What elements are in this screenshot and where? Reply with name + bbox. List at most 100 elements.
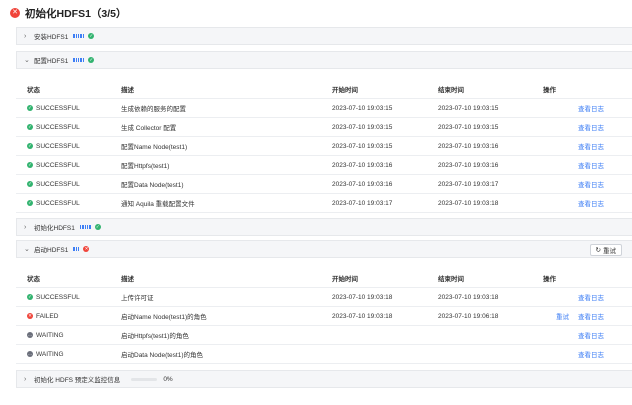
status-text: SUCCESSFUL bbox=[36, 293, 80, 301]
table-header: 状态 描述 开始时间 结束时间 操作 bbox=[16, 268, 632, 288]
end-time-cell: 2023-07-10 19:03:15 bbox=[438, 104, 499, 112]
retry-button[interactable]: ↻ 重试 bbox=[589, 244, 622, 256]
chevron-right-icon: › bbox=[24, 223, 27, 231]
view-log-link[interactable]: 查看日志 bbox=[578, 160, 604, 170]
start-time-cell: 2023-07-10 19:03:17 bbox=[332, 199, 393, 207]
status-text: SUCCESSFUL bbox=[36, 104, 80, 112]
check-circle-icon: ✓ bbox=[27, 161, 33, 168]
start-time-cell: 2023-07-10 19:03:15 bbox=[332, 142, 393, 150]
desc-cell: 配置Name Node(test1) bbox=[121, 144, 188, 151]
ops-cell: 查看日志 bbox=[543, 122, 632, 132]
table-header: 状态 描述 开始时间 结束时间 操作 bbox=[16, 79, 632, 99]
ops-cell: 查看日志 bbox=[543, 160, 632, 170]
desc-cell: 启动Name Node(test1)的角色 bbox=[121, 314, 207, 321]
view-log-link[interactable]: 查看日志 bbox=[578, 198, 604, 208]
status-text: SUCCESSFUL bbox=[36, 199, 80, 207]
end-time-cell: 2023-07-10 19:03:18 bbox=[438, 199, 499, 207]
view-log-link[interactable]: 查看日志 bbox=[578, 141, 604, 151]
ops-cell: 查看日志 bbox=[543, 330, 632, 340]
status-cell: … WAITING bbox=[16, 351, 121, 358]
section-monitor-label: 初始化 HDFS 预定义监控信息 bbox=[34, 377, 121, 384]
start-time-cell: 2023-07-10 19:03:15 bbox=[332, 123, 393, 131]
start-time-cell: 2023-07-10 19:03:16 bbox=[332, 180, 393, 188]
table-row: ✓ SUCCESSFUL 生成 Collector 配置 2023-07-10 19:… bbox=[16, 118, 632, 137]
status-cell: ✓ SUCCESSFUL bbox=[16, 294, 121, 301]
end-time-cell: 2023-07-10 19:03:16 bbox=[438, 161, 499, 169]
status-cell: ✓ SUCCESSFUL bbox=[16, 124, 121, 131]
section-monitor[interactable]: › 初始化 HDFS 预定义监控信息 0% bbox=[16, 370, 632, 388]
status-text: SUCCESSFUL bbox=[36, 161, 80, 169]
desc-cell: 配置Httpfs(test1) bbox=[121, 163, 170, 170]
end-time-cell: 2023-07-10 19:03:15 bbox=[438, 123, 499, 131]
progress-bars-icon bbox=[73, 33, 85, 39]
col-start: 开始时间 bbox=[332, 86, 358, 94]
ops-cell: 查看日志 bbox=[543, 349, 632, 359]
desc-cell: 生成依赖的服务的配置 bbox=[121, 106, 186, 113]
desc-cell: 通知 Aquila 重载配置文件 bbox=[121, 201, 195, 208]
desc-cell: 启动Httpfs(test1)的角色 bbox=[121, 333, 189, 340]
col-desc: 描述 bbox=[121, 275, 134, 283]
view-log-link[interactable]: 查看日志 bbox=[578, 179, 604, 189]
progress-bars-icon bbox=[73, 246, 80, 252]
view-log-link[interactable]: 查看日志 bbox=[578, 292, 604, 302]
chevron-right-icon: › bbox=[24, 32, 27, 40]
view-log-link[interactable]: 查看日志 bbox=[578, 330, 604, 340]
status-text: WAITING bbox=[36, 331, 64, 339]
section-configure-label: 配置HDFS1 bbox=[34, 58, 69, 65]
status-cell: ✓ SUCCESSFUL bbox=[16, 143, 121, 150]
check-circle-icon: ✓ bbox=[27, 180, 33, 187]
status-cell: ✕ FAILED bbox=[16, 313, 121, 320]
section-start[interactable]: ⌄ 启动HDFS1 ✕ ↻ 重试 bbox=[16, 240, 632, 258]
end-time-cell: 2023-07-10 19:06:18 bbox=[438, 312, 499, 320]
progress-percent: 0% bbox=[163, 375, 173, 383]
view-log-link[interactable]: 查看日志 bbox=[578, 311, 604, 321]
section-install[interactable]: › 安装HDFS1 ✓ bbox=[16, 27, 632, 45]
check-circle-icon: ✓ bbox=[27, 142, 33, 149]
status-cell: … WAITING bbox=[16, 332, 121, 339]
view-log-link[interactable]: 查看日志 bbox=[578, 349, 604, 359]
table-row: ✕ FAILED 启动Name Node(test1)的角色 2023-07-10 1… bbox=[16, 307, 632, 326]
close-circle-icon: ✕ bbox=[10, 8, 20, 18]
col-ops: 操作 bbox=[543, 275, 556, 283]
col-status: 状态 bbox=[27, 275, 40, 283]
close-circle-icon: ✕ bbox=[83, 245, 90, 252]
end-time-cell: 2023-07-10 19:03:16 bbox=[438, 142, 499, 150]
check-circle-icon: ✓ bbox=[27, 123, 33, 130]
col-end: 结束时间 bbox=[438, 275, 464, 283]
section-configure[interactable]: ⌄ 配置HDFS1 ✓ bbox=[16, 51, 632, 69]
table-row: ✓ SUCCESSFUL 通知 Aquila 重载配置文件 2023-07-10 19… bbox=[16, 194, 632, 213]
status-cell: ✓ SUCCESSFUL bbox=[16, 105, 121, 112]
ops-cell: 查看日志 bbox=[543, 198, 632, 208]
start-time-cell: 2023-07-10 19:03:18 bbox=[332, 293, 393, 301]
check-circle-icon: ✓ bbox=[94, 223, 101, 230]
dialog-title: ✕ 初始化HDFS1（3/5） bbox=[10, 5, 127, 21]
close-circle-icon: ✕ bbox=[27, 312, 33, 319]
retry-link[interactable]: 重试 bbox=[556, 311, 569, 321]
progress-bars-icon bbox=[73, 57, 85, 63]
desc-cell: 生成 Collector 配置 bbox=[121, 125, 177, 132]
desc-cell: 启动Data Node(test1)的角色 bbox=[121, 352, 203, 359]
view-log-link[interactable]: 查看日志 bbox=[578, 103, 604, 113]
configure-table: 状态 描述 开始时间 结束时间 操作 ✓ SUCCESSFUL 生成依赖的服务的配置… bbox=[16, 79, 632, 213]
progress-bar bbox=[131, 377, 158, 381]
ops-cell: 重试 查看日志 bbox=[543, 311, 632, 321]
status-cell: ✓ SUCCESSFUL bbox=[16, 181, 121, 188]
col-desc: 描述 bbox=[121, 86, 134, 94]
table-row: … WAITING 启动Httpfs(test1)的角色 查看日志 bbox=[16, 326, 632, 345]
start-time-cell: 2023-07-10 19:03:15 bbox=[332, 104, 393, 112]
start-time-cell: 2023-07-10 19:03:16 bbox=[332, 161, 393, 169]
chevron-down-icon: ⌄ bbox=[24, 246, 30, 253]
section-install-label: 安装HDFS1 bbox=[34, 34, 69, 41]
retry-button-label: 重试 bbox=[603, 248, 616, 255]
status-cell: ✓ SUCCESSFUL bbox=[16, 162, 121, 169]
desc-cell: 上传许可证 bbox=[121, 295, 154, 302]
dialog-title-text: 初始化HDFS1（3/5） bbox=[25, 7, 127, 20]
table-row: ✓ SUCCESSFUL 配置Data Node(test1) 2023-07-10 … bbox=[16, 175, 632, 194]
col-status: 状态 bbox=[27, 86, 40, 94]
section-start-label: 启动HDFS1 bbox=[34, 247, 69, 254]
end-time-cell: 2023-07-10 19:03:18 bbox=[438, 293, 499, 301]
status-text: FAILED bbox=[36, 312, 59, 320]
status-text: SUCCESSFUL bbox=[36, 180, 80, 188]
section-init[interactable]: › 初始化HDFS1 ✓ bbox=[16, 218, 632, 236]
view-log-link[interactable]: 查看日志 bbox=[578, 122, 604, 132]
